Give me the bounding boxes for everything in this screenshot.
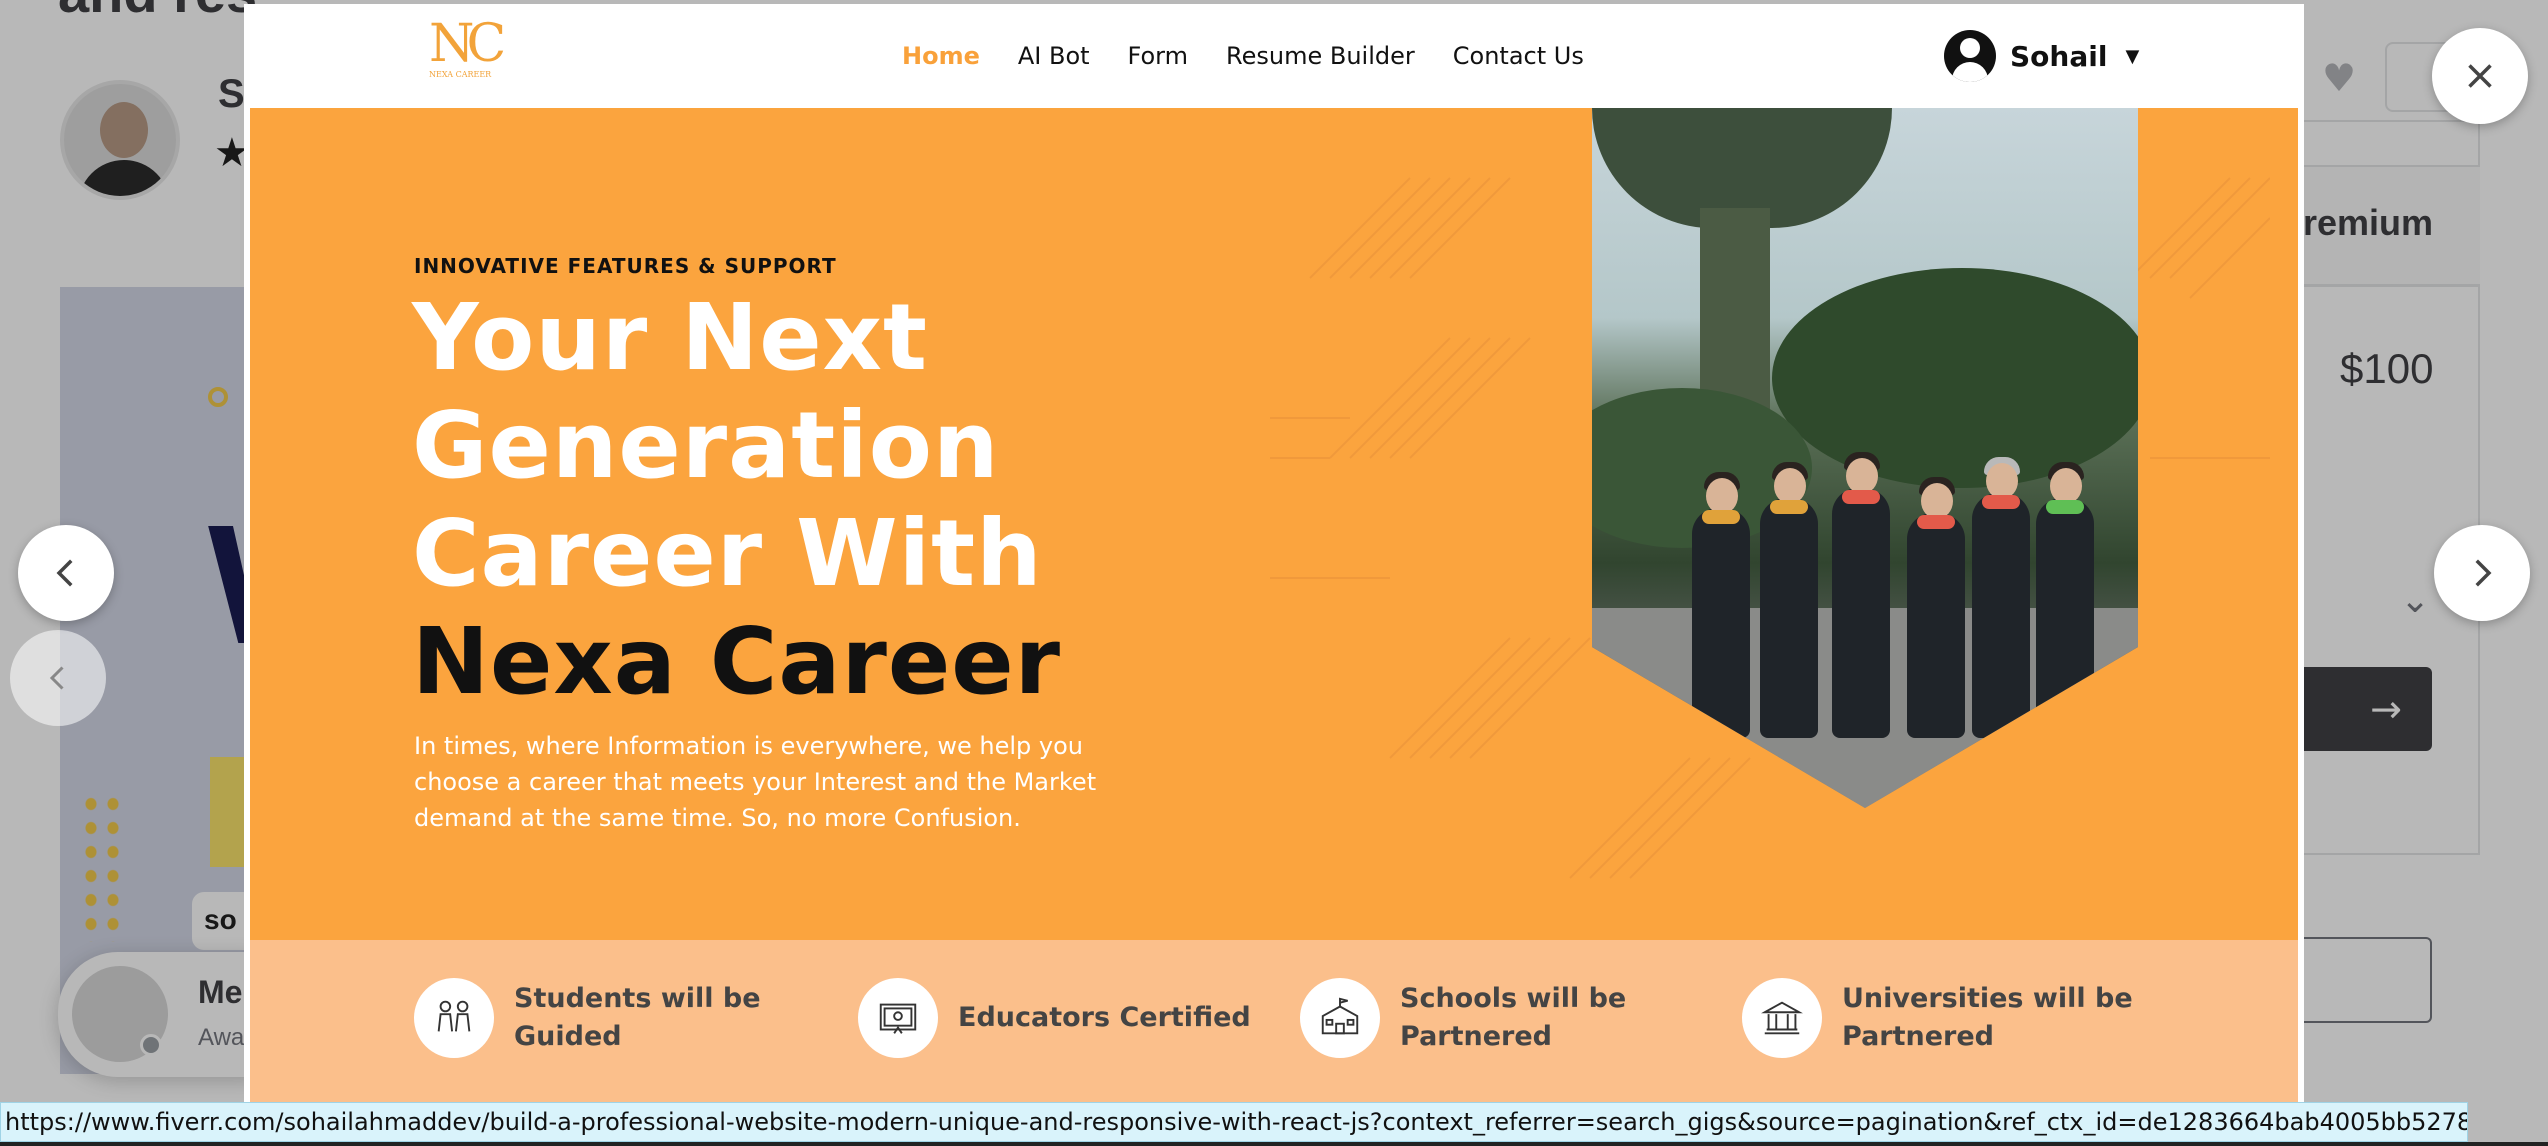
feature-label: Universities will be — [1842, 983, 2133, 1014]
chevron-left-icon — [56, 559, 73, 587]
nav-ai-bot[interactable]: AI Bot — [1018, 42, 1090, 70]
logo-subtext: NEXA CAREER — [429, 70, 492, 79]
school-icon — [1300, 978, 1380, 1058]
feature-label: Partnered — [1842, 1021, 1994, 1052]
user-avatar-icon — [1944, 30, 1996, 82]
feature-educators: Educators Certified — [858, 978, 1251, 1058]
graduate-figure — [1692, 472, 1750, 738]
graduate-figure — [1972, 457, 2030, 738]
chevron-right-icon — [2475, 559, 2492, 587]
palm-foliage — [1772, 268, 2138, 488]
hero-headline: Your Next Generation Career With Nexa Ca… — [412, 284, 1061, 716]
next-image-button[interactable] — [2434, 525, 2530, 621]
previous-image-button[interactable] — [18, 525, 114, 621]
feature-label: Educators Certified — [958, 1002, 1251, 1033]
main-menu: Home AI Bot Form Resume Builder Contact … — [902, 42, 1584, 70]
graduate-figure — [1907, 477, 1965, 738]
logo-mark: NC — [429, 14, 506, 74]
features-band: Students will be Guided Educators Certifi… — [250, 940, 2298, 1104]
user-menu[interactable]: Sohail ▼ — [1944, 30, 2139, 82]
feature-label: Schools will be — [1400, 983, 1627, 1014]
headline-line-2: Generation — [412, 392, 1000, 499]
user-name: Sohail — [2010, 39, 2108, 73]
headline-line-1: Your Next — [412, 284, 928, 391]
caret-down-icon: ▼ — [2125, 45, 2140, 67]
nav-contact-us[interactable]: Contact Us — [1453, 42, 1584, 70]
feature-label: Students will be — [514, 983, 761, 1014]
certificate-icon — [858, 978, 938, 1058]
nav-home[interactable]: Home — [902, 42, 980, 70]
feature-students: Students will be Guided — [414, 978, 761, 1058]
gallery-prev-button[interactable] — [10, 630, 106, 726]
university-icon — [1742, 978, 1822, 1058]
link-status-bar: https://www.fiverr.com/sohailahmaddev/bu… — [0, 1102, 2468, 1142]
feature-schools: Schools will be Partnered — [1300, 978, 1626, 1058]
bottom-edge — [0, 1142, 2548, 1146]
nexa-career-logo[interactable]: NC NEXA CAREER — [429, 14, 506, 86]
hero-description: In times, where Information is everywher… — [414, 732, 1097, 832]
chevron-left-icon — [49, 666, 64, 690]
nav-resume-builder[interactable]: Resume Builder — [1226, 42, 1415, 70]
graduate-figure — [1760, 462, 1818, 738]
feature-label: Guided — [514, 1021, 622, 1052]
students-icon — [414, 978, 494, 1058]
graduate-figure — [1832, 452, 1890, 738]
hero-eyebrow: INNOVATIVE FEATURES & SUPPORT — [414, 254, 837, 278]
headline-highlight: Nexa Career — [412, 608, 1061, 715]
feature-label: Partnered — [1400, 1021, 1552, 1052]
image-viewer-modal: NC NEXA CAREER Home AI Bot Form Resume B… — [244, 4, 2304, 1104]
close-button[interactable] — [2432, 28, 2528, 124]
hero-section: INNOVATIVE FEATURES & SUPPORT Your Next … — [250, 108, 2298, 940]
close-icon — [2468, 64, 2492, 88]
headline-line-3: Career With — [412, 500, 1043, 607]
site-navbar: NC NEXA CAREER Home AI Bot Form Resume B… — [244, 4, 2304, 108]
feature-universities: Universities will be Partnered — [1742, 978, 2133, 1058]
nav-form[interactable]: Form — [1128, 42, 1188, 70]
